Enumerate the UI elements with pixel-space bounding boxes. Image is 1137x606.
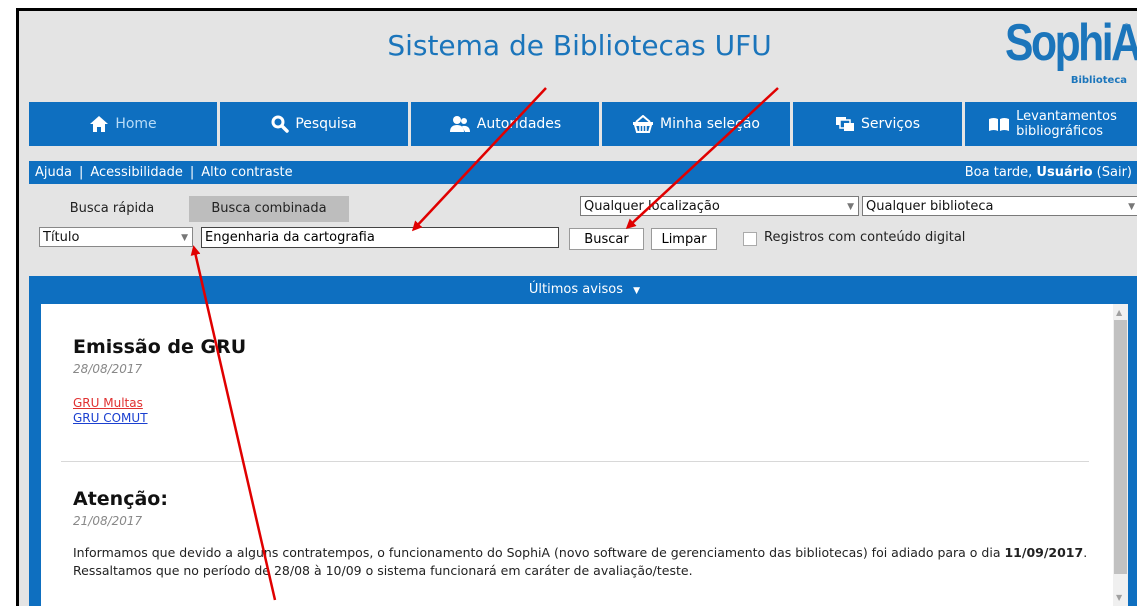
chevron-down-icon: ▼ xyxy=(1128,202,1135,212)
scroll-up-icon[interactable]: ▲ xyxy=(1116,308,1122,317)
logout-link[interactable]: (Sair) xyxy=(1093,165,1132,180)
users-icon xyxy=(449,116,470,132)
site-title: Sistema de Bibliotecas UFU xyxy=(387,29,772,62)
location-select[interactable]: Qualquer localização ▼ xyxy=(580,196,859,216)
app-frame: Sistema de Bibliotecas UFU SophiA ® Bibl… xyxy=(16,8,1137,606)
utility-links: Ajuda | Acessibilidade | Alto contraste xyxy=(35,161,293,184)
link-gru-multas[interactable]: GRU Multas xyxy=(73,396,246,411)
notice-date: 28/08/2017 xyxy=(73,362,143,376)
digital-content-label: Registros com conteúdo digital xyxy=(764,230,966,245)
nav-servicos-label: Serviços xyxy=(861,116,920,132)
nav-autoridades[interactable]: Autoridades xyxy=(411,102,599,146)
notices-panel: Últimos avisos ▼ Emissão de GRU 28/08/20… xyxy=(29,276,1137,606)
nav-levantamentos[interactable]: Levantamentos bibliográficos xyxy=(965,102,1137,146)
notices-title: Últimos avisos xyxy=(528,282,624,297)
nav-home[interactable]: Home xyxy=(29,102,217,146)
main-nav: Home Pesquisa Autoridades Minha seleção … xyxy=(29,102,1137,146)
separator: | xyxy=(78,165,84,180)
buscar-button[interactable]: Buscar xyxy=(569,228,644,250)
basket-icon xyxy=(633,115,653,133)
digital-content-checkbox[interactable] xyxy=(743,232,757,246)
logo-wordmark: SophiA xyxy=(1005,14,1137,72)
nav-autoridades-label: Autoridades xyxy=(476,116,562,132)
book-icon xyxy=(989,118,1010,131)
location-select-value: Qualquer localização xyxy=(584,199,720,214)
notice-title: Emissão de GRU xyxy=(73,336,247,358)
notice-text: Informamos que devido a alguns contratem… xyxy=(73,544,1103,580)
user-greeting: Boa tarde, Usuário (Sair) xyxy=(965,161,1132,184)
notices-body: Emissão de GRU 28/08/2017 GRU Multas GRU… xyxy=(41,304,1113,606)
separator: | xyxy=(189,165,195,180)
scrollbar-thumb[interactable] xyxy=(1114,320,1127,574)
notices-scrollbar[interactable]: ▲ ▼ xyxy=(1113,304,1128,606)
field-select[interactable]: Título ▼ xyxy=(39,227,193,247)
nav-pesquisa[interactable]: Pesquisa xyxy=(220,102,408,146)
notices-header[interactable]: Últimos avisos ▼ xyxy=(29,276,1137,302)
nav-minha-selecao-label: Minha seleção xyxy=(660,116,760,132)
header: Sistema de Bibliotecas UFU SophiA ® Bibl… xyxy=(19,11,1137,95)
logo-registered-mark: ® xyxy=(1122,23,1131,33)
info-bar: Ajuda | Acessibilidade | Alto contraste Boa … xyxy=(29,161,1137,184)
notice-text-date: 11/09/2017 xyxy=(1004,545,1084,560)
sophia-logo[interactable]: SophiA ® Biblioteca xyxy=(1005,14,1137,89)
windows-icon xyxy=(836,117,854,131)
search-icon xyxy=(271,115,290,133)
link-acessibilidade[interactable]: Acessibilidade xyxy=(90,165,183,180)
search-input[interactable]: Engenharia da cartografia xyxy=(201,227,559,248)
nav-pesquisa-label: Pesquisa xyxy=(295,116,357,132)
link-ajuda[interactable]: Ajuda xyxy=(35,165,72,180)
greeting-text: Boa tarde, xyxy=(964,165,1037,180)
logo-subtitle: Biblioteca xyxy=(1070,75,1127,86)
notice-date: 21/08/2017 xyxy=(73,514,143,528)
tab-busca-combinada[interactable]: Busca combinada xyxy=(189,196,349,222)
user-name: Usuário xyxy=(1036,165,1093,180)
nav-home-label: Home xyxy=(115,116,157,132)
scroll-down-icon[interactable]: ▼ xyxy=(1116,593,1122,602)
link-alto-contraste[interactable]: Alto contraste xyxy=(201,165,292,180)
notice-text-part1: Informamos que devido a alguns contratem… xyxy=(73,545,1005,560)
library-select-value: Qualquer biblioteca xyxy=(866,199,994,214)
tab-busca-rapida[interactable]: Busca rápida xyxy=(37,196,187,222)
notice-title: Atenção: xyxy=(73,488,168,510)
nav-levantamentos-line2: bibliográficos xyxy=(1016,124,1104,139)
field-select-value: Título xyxy=(43,230,80,245)
caret-down-icon: ▼ xyxy=(633,286,641,296)
home-icon xyxy=(90,116,109,132)
notice-divider xyxy=(61,461,1089,462)
nav-minha-selecao[interactable]: Minha seleção xyxy=(602,102,790,146)
notice-item: Emissão de GRU 28/08/2017 GRU Multas GRU… xyxy=(73,336,246,426)
nav-servicos[interactable]: Serviços xyxy=(793,102,962,146)
limpar-button[interactable]: Limpar xyxy=(651,228,717,250)
chevron-down-icon: ▼ xyxy=(847,202,854,212)
link-gru-comut[interactable]: GRU COMUT xyxy=(73,411,246,426)
library-select[interactable]: Qualquer biblioteca ▼ xyxy=(862,196,1137,216)
chevron-down-icon: ▼ xyxy=(181,233,188,243)
notice-item: Atenção: 21/08/2017 Informamos que devid… xyxy=(73,488,1103,580)
nav-levantamentos-label: Levantamentos bibliográficos xyxy=(1016,109,1117,139)
nav-levantamentos-line1: Levantamentos xyxy=(1016,109,1117,124)
